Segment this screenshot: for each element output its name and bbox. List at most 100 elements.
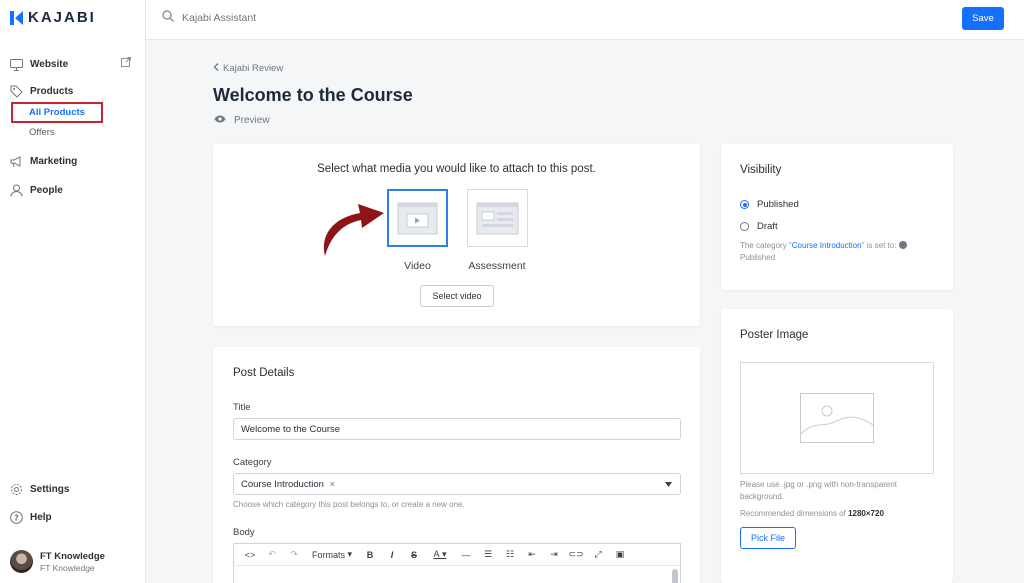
post-details-card: Post Details Title Welcome to the Course… [213, 347, 700, 583]
visibility-note-prefix: The category " [740, 241, 792, 250]
radio-draft[interactable]: Draft [740, 221, 778, 232]
poster-image-card: Poster Image Please use .jpg or .png wit… [721, 309, 953, 583]
poster-image-title: Poster Image [740, 329, 809, 341]
sidebar-subitem-offers[interactable]: Offers [29, 127, 55, 138]
kajabi-logo[interactable]: KAJABI [10, 9, 96, 26]
sidebar-item-label: Settings [30, 484, 70, 495]
category-label: Category [233, 457, 272, 468]
undo-icon[interactable]: ↶ [261, 545, 283, 565]
visibility-note-suffix: " is set to: [861, 241, 897, 250]
poster-dimensions-prefix: Recommended dimensions of [740, 509, 846, 518]
sidebar-item-website[interactable]: Website [10, 58, 68, 71]
title-label: Title [233, 402, 251, 413]
link-icon[interactable]: ⊂⊃ [565, 545, 587, 565]
outdent-icon[interactable]: ⇤ [521, 545, 543, 565]
radio-published[interactable]: Published [740, 199, 799, 210]
eye-icon [214, 115, 226, 126]
sidebar-item-label: People [30, 185, 63, 196]
select-video-button[interactable]: Select video [420, 285, 494, 307]
text-color-icon[interactable]: A ▾ [425, 545, 455, 565]
body-editor[interactable] [233, 565, 681, 583]
body-label: Body [233, 527, 255, 538]
media-option-assessment[interactable] [467, 189, 528, 247]
post-details-title: Post Details [233, 367, 295, 379]
image-placeholder-icon [800, 393, 874, 443]
horizontal-rule-icon[interactable]: — [455, 545, 477, 565]
image-icon[interactable]: ▣ [609, 545, 631, 565]
kajabi-logo-icon [10, 10, 24, 25]
italic-icon[interactable]: I [381, 545, 403, 565]
user-name: FT Knowledge [40, 550, 105, 562]
category-help-text: Choose which category this post belongs … [233, 500, 465, 509]
media-option-video[interactable] [387, 189, 448, 247]
top-bar: Save [146, 0, 1024, 40]
search-input[interactable] [182, 11, 362, 24]
category-tag-label: Course Introduction [241, 478, 324, 490]
bullet-list-icon[interactable]: ☰ [477, 545, 499, 565]
radio-button-checked[interactable] [740, 200, 749, 209]
bold-icon[interactable]: B [359, 545, 381, 565]
avatar [10, 550, 33, 573]
visibility-note: The category "Course Introduction" is se… [740, 240, 940, 264]
poster-image-placeholder[interactable] [740, 362, 934, 474]
radio-button[interactable] [740, 222, 749, 231]
help-icon: ? [10, 511, 23, 524]
source-code-icon[interactable]: <> [239, 545, 261, 565]
check-circle-icon [899, 241, 908, 249]
gear-icon [10, 483, 23, 496]
sidebar-item-settings[interactable]: Settings [10, 483, 69, 496]
user-subtitle: FT Knowledge [40, 562, 95, 573]
visibility-title: Visibility [740, 164, 782, 176]
strikethrough-icon[interactable]: S [403, 545, 425, 565]
megaphone-icon [10, 155, 23, 168]
sidebar-item-label: Help [30, 512, 52, 523]
sidebar: KAJABI Website Products All Products Off… [0, 0, 146, 583]
sidebar-subitem-all-products[interactable]: All Products [11, 102, 103, 123]
media-option-assessment-label: Assessment [468, 260, 526, 272]
title-input[interactable]: Welcome to the Course [233, 418, 681, 440]
brand-name: KAJABI [28, 9, 96, 26]
breadcrumb[interactable]: Kajabi Review [213, 63, 283, 74]
category-link[interactable]: Course Introduction [792, 241, 862, 250]
indent-icon[interactable]: ⇥ [543, 545, 565, 565]
pick-file-button[interactable]: Pick File [740, 527, 796, 549]
radio-published-label: Published [757, 199, 799, 210]
media-selection-card: Select what media you would like to atta… [213, 144, 700, 326]
category-tag-remove-icon[interactable]: × [330, 479, 336, 490]
numbered-list-icon[interactable]: ☷ [499, 545, 521, 565]
poster-dimensions-value: 1280×720 [848, 509, 884, 518]
save-button[interactable]: Save [962, 7, 1004, 30]
annotation-arrow-icon [323, 204, 384, 256]
editor-toolbar: <> ↶ ↷ Formats ▾ B I S A ▾ — ☰ ☷ ⇤ ⇥ ⊂⊃ … [233, 543, 681, 565]
page-title: Welcome to the Course [213, 85, 413, 105]
chevron-left-icon [213, 63, 219, 74]
redo-icon[interactable]: ↷ [283, 545, 305, 565]
tag-icon [10, 85, 23, 98]
fullscreen-icon[interactable]: ⤢ [587, 545, 609, 565]
sidebar-item-people[interactable]: People [10, 184, 63, 197]
poster-dimensions: Recommended dimensions of 1280×720 [740, 509, 884, 518]
media-prompt: Select what media you would like to atta… [317, 163, 596, 175]
svg-text:?: ? [14, 514, 19, 523]
radio-draft-label: Draft [757, 221, 778, 232]
sidebar-item-marketing[interactable]: Marketing [10, 155, 77, 168]
sidebar-item-help[interactable]: ? Help [10, 511, 52, 524]
sidebar-item-label: Products [30, 86, 74, 97]
visibility-note-state: Published [740, 253, 776, 262]
breadcrumb-link[interactable]: Kajabi Review [223, 63, 283, 74]
search-bar [162, 10, 362, 25]
sidebar-item-label: Website [30, 59, 69, 70]
external-link-icon[interactable] [121, 56, 131, 67]
caret-down-icon [665, 479, 672, 490]
monitor-icon [10, 58, 23, 71]
category-select[interactable]: Course Introduction × [233, 473, 681, 495]
editor-scrollbar[interactable] [672, 569, 678, 583]
user-profile[interactable]: FT Knowledge FT Knowledge [10, 550, 105, 573]
preview-link[interactable]: Preview [214, 115, 270, 126]
formats-dropdown[interactable]: Formats ▾ [305, 545, 359, 565]
video-media-icon [397, 202, 438, 235]
visibility-card: Visibility Published Draft The category … [721, 144, 953, 290]
sidebar-item-label: Marketing [30, 156, 78, 167]
sidebar-item-products[interactable]: Products [10, 85, 73, 98]
poster-help-text: Please use .jpg or .png with non-transpa… [740, 480, 897, 501]
